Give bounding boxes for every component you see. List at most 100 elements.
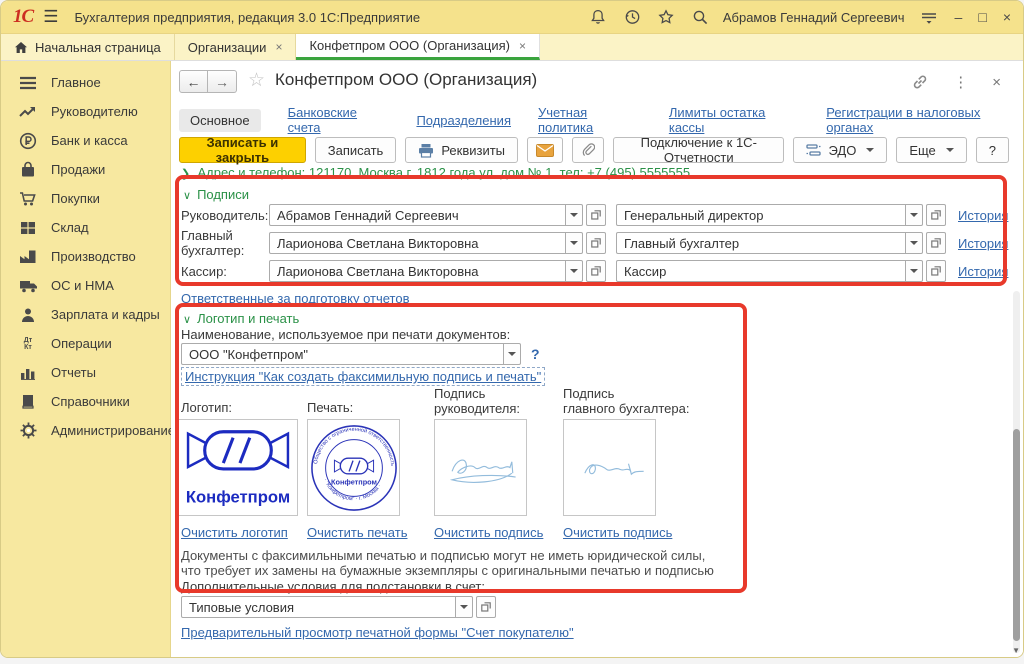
logo-section-header[interactable]: ∨Логотип и печать (183, 311, 299, 326)
sidebar-item-bank-kassa[interactable]: Банк и касса (1, 126, 170, 155)
app-window: 1С ☰ Бухгалтерия предприятия, редакция 3… (0, 0, 1024, 658)
sidebar-item-prodazhi[interactable]: Продажи (1, 155, 170, 184)
save-close-button[interactable]: Записать и закрыть (179, 137, 306, 163)
invoice-preview-link[interactable]: Предварительный просмотр печатной формы … (181, 625, 574, 640)
sidebar-item-glavnoe[interactable]: Главное (1, 68, 170, 97)
open-button (586, 232, 606, 254)
back-button[interactable]: ← (179, 70, 208, 93)
clear-stamp-link[interactable]: Очистить печать (307, 525, 407, 540)
printer-icon (418, 143, 434, 158)
gear-icon (18, 422, 38, 440)
stamp-label: Печать: (307, 401, 353, 416)
clear-accountant-signature-link[interactable]: Очистить подпись (563, 525, 672, 540)
menu-icon (18, 74, 38, 92)
logo-image[interactable]: Конфетпром (178, 419, 298, 516)
vertical-scrollbar-thumb[interactable] (1013, 429, 1020, 641)
history-link[interactable]: История (958, 264, 1008, 279)
history-link[interactable]: История (958, 208, 1008, 223)
accountant-signature-image[interactable] (563, 419, 656, 516)
maximize-button[interactable]: □ (978, 9, 986, 25)
search-icon[interactable] (691, 8, 709, 26)
sidebar-item-otchety[interactable]: Отчеты (1, 358, 170, 387)
additional-terms-combo[interactable]: Типовые условия (181, 596, 496, 618)
sidebar-item-pokupki[interactable]: Покупки (1, 184, 170, 213)
row-glavbuh: Главный бухгалтер: Ларионова Светлана Ви… (181, 232, 946, 254)
sidebar-item-operacii[interactable]: ДтКт Операции (1, 329, 170, 358)
accountant-signature-label: Подпись главного бухгалтера: (563, 387, 689, 417)
title-bar: 1С ☰ Бухгалтерия предприятия, редакция 3… (1, 1, 1023, 34)
nav-podrazdeleniya[interactable]: Подразделения (416, 113, 511, 128)
get-link-icon[interactable] (911, 73, 929, 91)
open-button (926, 204, 946, 226)
connect-1c-reporting-button[interactable]: Подключение к 1С-Отчетности (613, 137, 784, 163)
app-title: Бухгалтерия предприятия, редакция 3.0 1С… (74, 10, 420, 25)
instruction-link[interactable]: Инструкция "Как создать факсимильную под… (181, 367, 545, 386)
stamp-image[interactable]: Общество с ограниченной ответственностью… (307, 419, 400, 516)
position-combo[interactable]: Главный бухгалтер (616, 232, 946, 254)
nav-bank-accounts[interactable]: Банковские счета (288, 105, 390, 135)
minimize-button[interactable]: – (955, 9, 963, 25)
edo-button[interactable]: ЭДО (793, 137, 887, 163)
tab-close-icon[interactable]: × (519, 39, 526, 53)
1c-logo-icon: 1С (13, 6, 33, 28)
scrollbar-down-arrow-icon[interactable]: ▼ (1012, 646, 1020, 655)
help-question-icon[interactable]: ? (531, 346, 540, 362)
sidebar-item-os-nma[interactable]: ОС и НМА (1, 271, 170, 300)
responsible-for-reports-link[interactable]: Ответственные за подготовку отчетов (181, 291, 410, 306)
open-button (926, 232, 946, 254)
position-combo[interactable]: Кассир (616, 260, 946, 282)
print-name-combo[interactable]: ООО "Конфетпром" (181, 343, 521, 365)
details-button[interactable]: Реквизиты (405, 137, 518, 163)
save-button[interactable]: Записать (315, 137, 397, 163)
close-form-icon[interactable]: × (992, 74, 1001, 91)
main-menu-icon[interactable]: ☰ (43, 7, 58, 27)
director-signature-image[interactable] (434, 419, 527, 516)
clear-logo-link[interactable]: Очистить логотип (181, 525, 288, 540)
position-combo[interactable]: Генеральный директор (616, 204, 946, 226)
sidebar-item-proizvodstvo[interactable]: Производство (1, 242, 170, 271)
service-settings-icon[interactable] (919, 8, 937, 26)
open-button (586, 204, 606, 226)
nav-registracii[interactable]: Регистрации в налоговых органах (826, 105, 1023, 135)
sidebar-item-zarplata[interactable]: Зарплата и кадры (1, 300, 170, 329)
person-combo[interactable]: Ларионова Светлана Викторовна (269, 232, 606, 254)
send-email-button[interactable] (527, 137, 563, 163)
history-icon[interactable] (623, 8, 641, 26)
help-button[interactable]: ? (976, 137, 1009, 163)
more-button[interactable]: Еще (896, 137, 966, 163)
nav-osnovnoe[interactable]: Основное (179, 109, 261, 132)
favorite-star-icon[interactable]: ☆ (248, 69, 265, 92)
chevron-down-icon (866, 148, 874, 152)
sidebar-item-rukovoditelyu[interactable]: Руководителю (1, 97, 170, 126)
tab-close-icon[interactable]: × (275, 40, 282, 54)
facsimile-disclaimer: Документы с факсимильными печатью и подп… (181, 548, 714, 578)
tab-home[interactable]: Начальная страница (1, 34, 175, 60)
nav-uchetnaya-politika[interactable]: Учетная политика (538, 105, 642, 135)
sidebar-item-spravochniki[interactable]: Справочники (1, 387, 170, 416)
svg-text:Конфетпром: Конфетпром (186, 487, 290, 506)
tab-konfetprom[interactable]: Конфетпром ООО (Организация) × (296, 34, 540, 60)
notifications-bell-icon[interactable] (589, 8, 607, 26)
paperclip-icon (581, 143, 595, 158)
factory-icon (18, 248, 38, 266)
sidebar-item-sklad[interactable]: Склад (1, 213, 170, 242)
more-menu-dots-icon[interactable]: ⋮ (953, 73, 968, 91)
address-phone-group[interactable]: ❯ Адрес и телефон: 121170, Москва г, 181… (181, 165, 690, 180)
current-user[interactable]: Абрамов Геннадий Сергеевич (723, 10, 905, 25)
person-combo[interactable]: Абрамов Геннадий Сергеевич (269, 204, 606, 226)
row-kassir: Кассир: Ларионова Светлана Викторовна Ка… (181, 260, 946, 282)
book-icon (18, 393, 38, 411)
attachments-button[interactable] (572, 137, 604, 163)
history-link[interactable]: История (958, 236, 1008, 251)
forward-button[interactable]: → (208, 70, 237, 93)
close-window-button[interactable]: × (1003, 9, 1011, 25)
chart-up-icon (18, 103, 38, 121)
clear-director-signature-link[interactable]: Очистить подпись (434, 525, 543, 540)
dropdown-button (906, 260, 923, 282)
tab-organizations[interactable]: Организации × (175, 34, 297, 60)
signatures-section-header[interactable]: ∨Подписи (183, 187, 249, 202)
person-combo[interactable]: Ларионова Светлана Викторовна (269, 260, 606, 282)
favorites-star-icon[interactable] (657, 8, 675, 26)
nav-limity-kassy[interactable]: Лимиты остатка кассы (669, 105, 799, 135)
sidebar-item-administrirovanie[interactable]: Администрирование (1, 416, 170, 445)
